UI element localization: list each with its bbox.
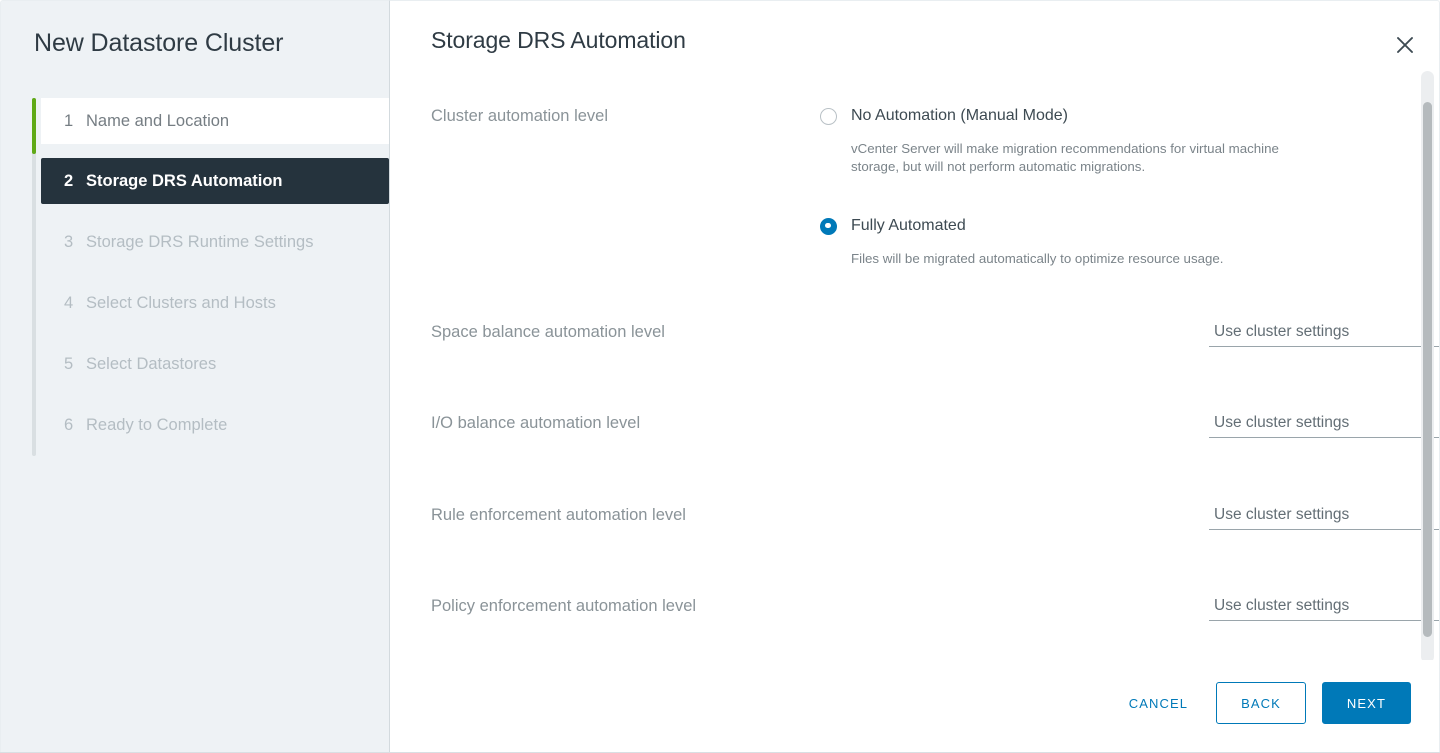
sidebar-step-select-clusters-and-hosts[interactable]: 4 Select Clusters and Hosts — [41, 280, 389, 326]
sidebar-step-storage-drs-runtime-settings[interactable]: 3 Storage DRS Runtime Settings — [41, 219, 389, 265]
select-value: Use cluster settings — [1214, 596, 1350, 614]
select-value: Use cluster settings — [1214, 322, 1350, 340]
field-label-rule-enforcement-automation-level: Rule enforcement automation level — [431, 506, 686, 524]
radio-description-fully-automated: Files will be migrated automatically to … — [851, 251, 1224, 267]
radio-label: No Automation (Manual Mode) — [851, 107, 1068, 124]
field-label-space-balance-automation-level: Space balance automation level — [431, 323, 665, 341]
step-number: 2 — [64, 171, 74, 190]
close-icon[interactable] — [1391, 31, 1419, 59]
radio-option-fully-automated[interactable]: Fully Automated — [820, 215, 1290, 237]
step-label: Select Clusters and Hosts — [86, 293, 276, 312]
cluster-automation-level-radio-group: No Automation (Manual Mode) vCenter Serv… — [820, 71, 1290, 268]
select-io-balance-automation-level[interactable]: Use cluster settings — [1209, 408, 1439, 438]
content-scrollbar-track[interactable] — [1421, 71, 1434, 663]
sidebar-step-ready-to-complete[interactable]: 6 Ready to Complete — [41, 402, 389, 448]
step-number: 5 — [64, 354, 74, 373]
cancel-button[interactable]: CANCEL — [1117, 686, 1200, 721]
radio-description-no-automation: vCenter Server will make migration recom… — [851, 141, 1279, 174]
sidebar-step-name-and-location[interactable]: 1 Name and Location — [41, 98, 389, 144]
step-number: 3 — [64, 232, 74, 251]
select-rule-enforcement-automation-level[interactable]: Use cluster settings — [1209, 500, 1439, 530]
radio-mark — [820, 217, 837, 235]
wizard-content-panel: Storage DRS Automation Cluster automatio… — [390, 0, 1440, 752]
wizard-footer: CANCEL BACK NEXT — [390, 660, 1439, 752]
field-label-cluster-automation-level: Cluster automation level — [431, 107, 609, 125]
wizard-step-list: 1 Name and Location 2 Storage DRS Automa… — [41, 98, 389, 463]
sidebar-step-select-datastores[interactable]: 5 Select Datastores — [41, 341, 389, 387]
step-label: Storage DRS Automation — [86, 171, 283, 190]
select-value: Use cluster settings — [1214, 413, 1350, 431]
next-button[interactable]: NEXT — [1321, 682, 1411, 724]
content-scrollbar-thumb[interactable] — [1423, 102, 1432, 637]
step-number: 1 — [64, 111, 74, 130]
wizard-sidebar: New Datastore Cluster 1 Name and Locatio… — [0, 0, 390, 752]
step-label: Ready to Complete — [86, 415, 228, 434]
step-progress-rail — [32, 98, 36, 456]
step-progress-indicator — [32, 98, 36, 154]
step-number: 6 — [64, 415, 74, 434]
form-scroll-region: Cluster automation level No Automation (… — [390, 71, 1439, 661]
radio-option-no-automation[interactable]: No Automation (Manual Mode) — [820, 105, 1290, 127]
field-label-policy-enforcement-automation-level: Policy enforcement automation level — [431, 597, 697, 615]
sidebar-step-storage-drs-automation[interactable]: 2 Storage DRS Automation — [41, 158, 389, 204]
radio-mark — [820, 107, 837, 125]
select-space-balance-automation-level[interactable]: Use cluster settings — [1209, 317, 1439, 347]
radio-label: Fully Automated — [851, 217, 966, 235]
field-label-io-balance-automation-level: I/O balance automation level — [431, 414, 641, 432]
footer-actions: CANCEL BACK NEXT — [1117, 682, 1411, 724]
select-policy-enforcement-automation-level[interactable]: Use cluster settings — [1209, 591, 1439, 621]
step-label: Storage DRS Runtime Settings — [86, 232, 314, 251]
back-button[interactable]: BACK — [1216, 682, 1306, 724]
new-datastore-cluster-wizard: New Datastore Cluster 1 Name and Locatio… — [0, 0, 1440, 753]
wizard-title: New Datastore Cluster — [34, 29, 284, 57]
select-value: Use cluster settings — [1214, 505, 1350, 523]
step-label: Select Datastores — [86, 354, 217, 373]
step-number: 4 — [64, 293, 74, 312]
page-title: Storage DRS Automation — [431, 27, 686, 53]
step-label: Name and Location — [86, 111, 230, 130]
